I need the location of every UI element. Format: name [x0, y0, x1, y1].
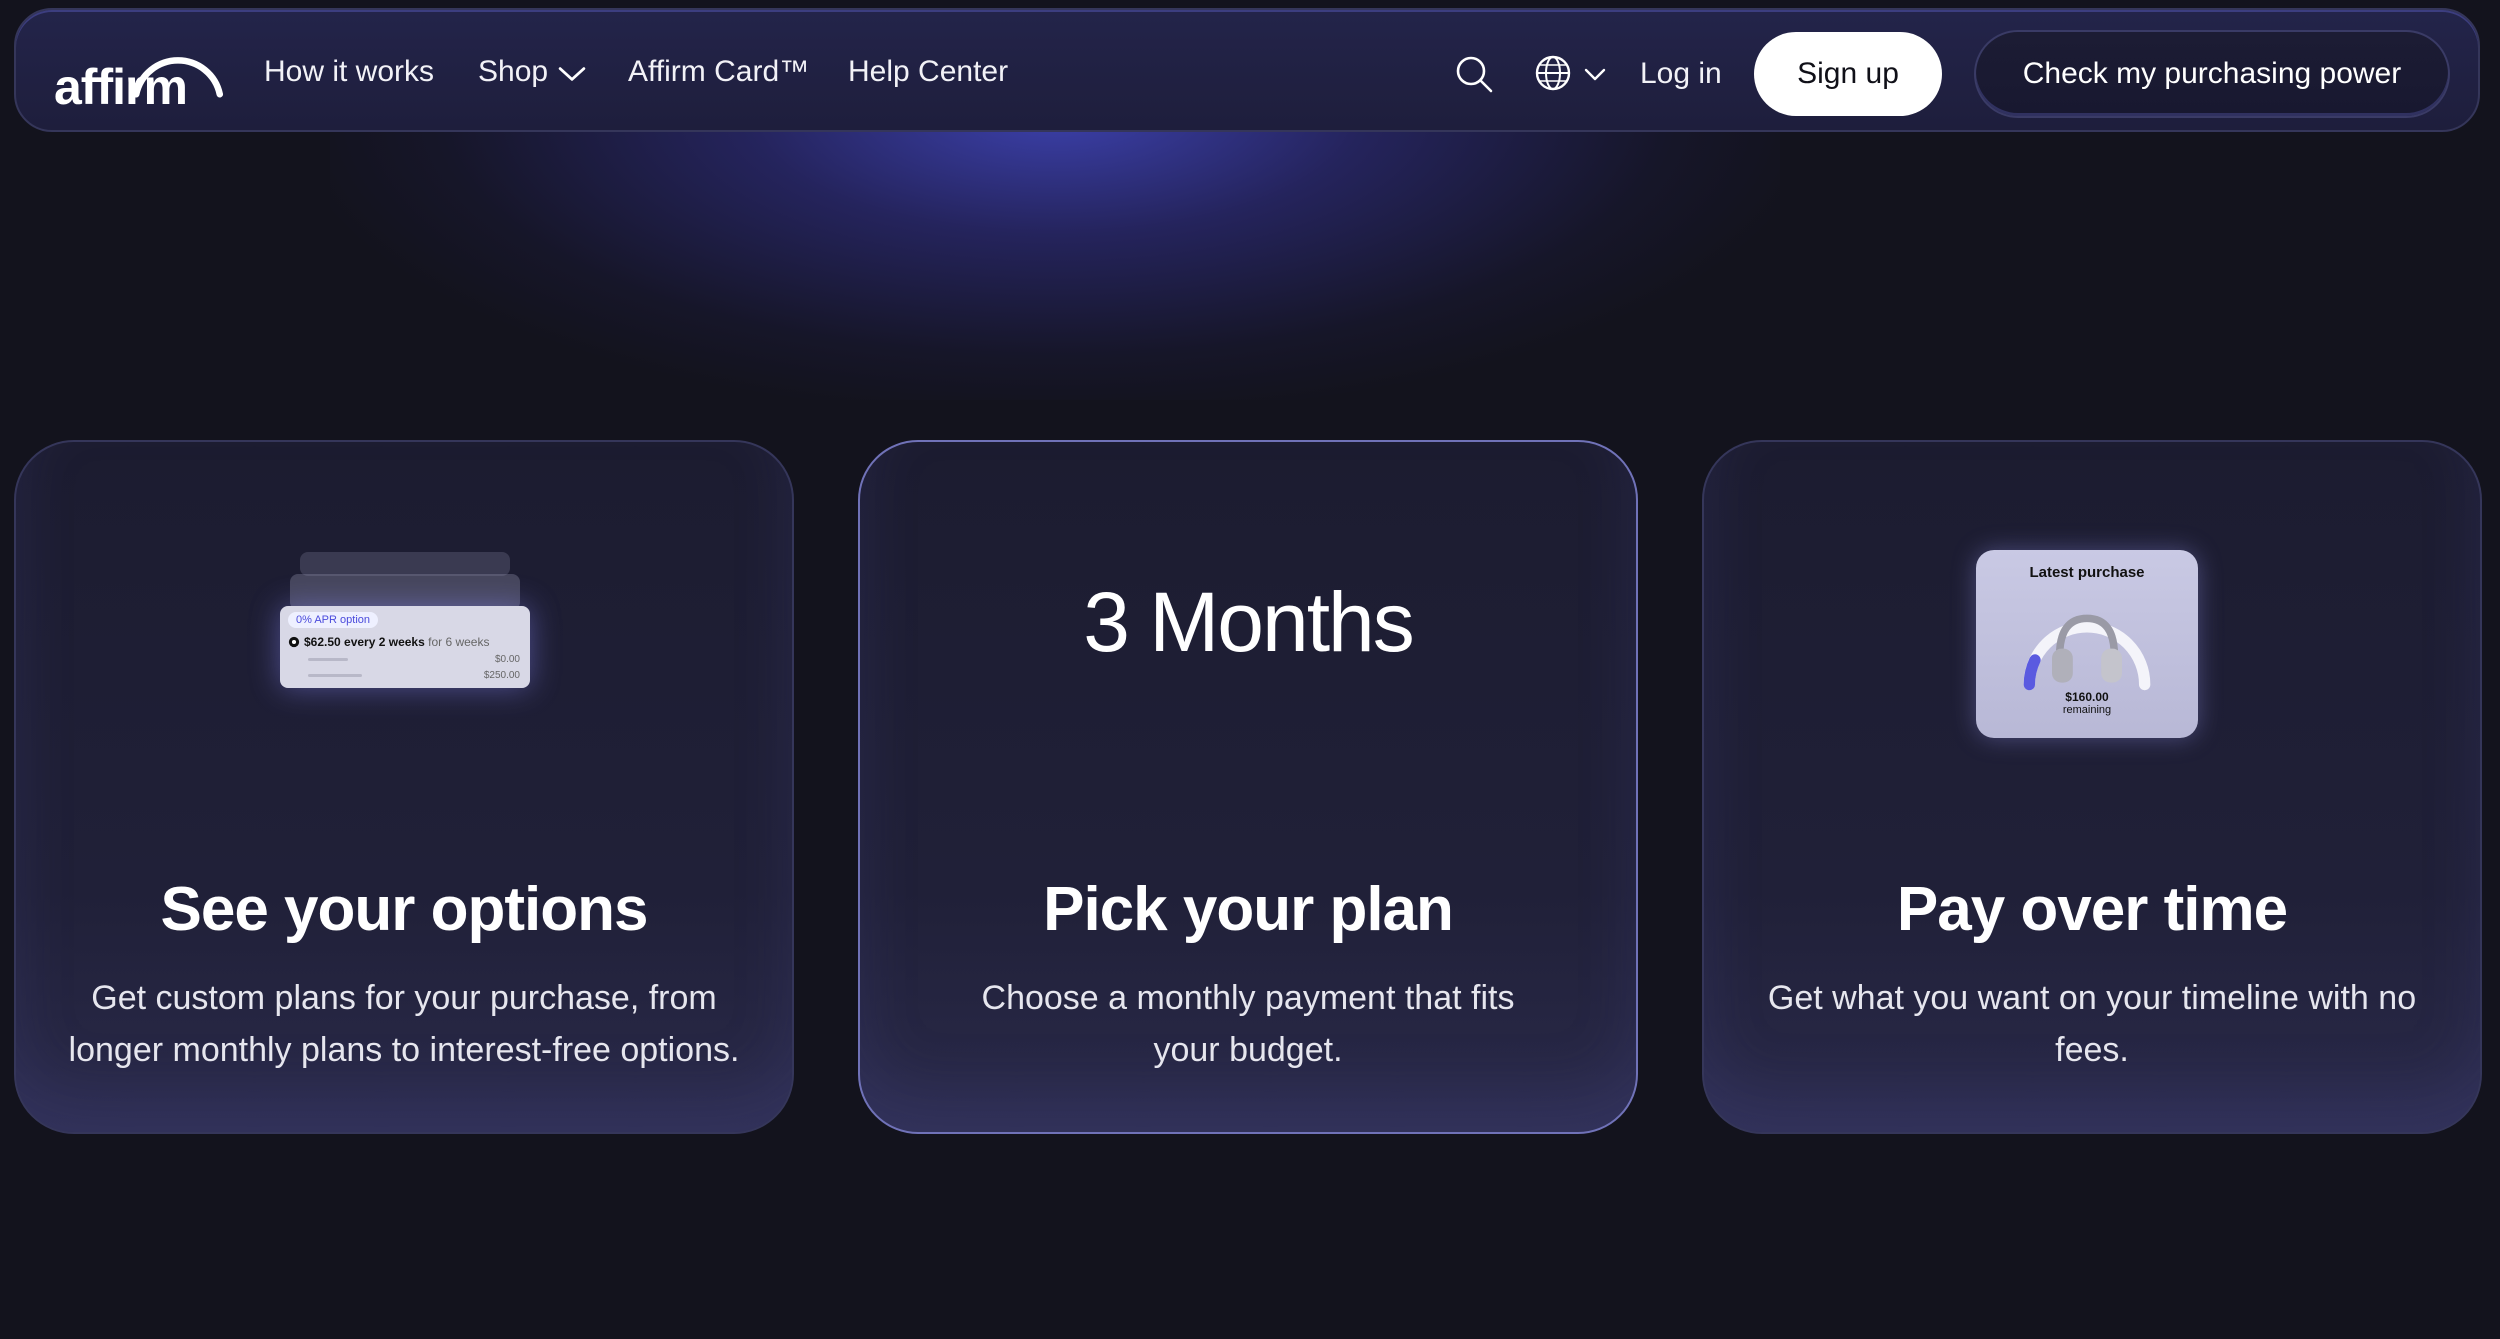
language-chevron-down-icon[interactable]	[1584, 68, 1606, 82]
login-link[interactable]: Log in	[1640, 54, 1722, 94]
top-nav: affirm How it works Shop Affirm Card™ He…	[14, 8, 2480, 132]
search-icon[interactable]	[1454, 54, 1494, 94]
remaining-amount: $160.00	[2065, 690, 2109, 704]
card-see-options: 0% APR option $62.50 every 2 weeks for 6…	[14, 440, 794, 1134]
card-pick-plan: 3 Months Pick your plan Choose a monthly…	[858, 440, 1638, 1134]
globe-icon[interactable]	[1534, 54, 1572, 92]
amount-total: $250.00	[483, 670, 520, 681]
nav-shop[interactable]: Shop	[478, 52, 548, 92]
nav-affirm-card[interactable]: Affirm Card™	[628, 52, 809, 92]
card-title: Pick your plan	[1043, 875, 1454, 944]
card-description: Get what you want on your timeline with …	[1767, 979, 2417, 1069]
card-pay-over-time: Latest purchase $160.00 remaining Pay ov…	[1702, 440, 2482, 1134]
ghost-card	[300, 552, 510, 576]
plan-options-illustration: 0% APR option $62.50 every 2 weeks for 6…	[280, 552, 540, 702]
widget-title: Latest purchase	[2029, 564, 2145, 581]
card-description: Get custom plans for your purchase, from…	[68, 979, 740, 1069]
headphones-icon	[2023, 614, 2151, 691]
radio-selected-icon	[288, 636, 300, 648]
payment-line: $62.50 every 2 weeks for 6 weeks	[288, 634, 489, 650]
card-description: Choose a monthly payment that fits your …	[981, 979, 1515, 1069]
apr-badge: 0% APR option	[288, 612, 378, 628]
card-title: See your options	[160, 875, 649, 944]
ghost-card	[290, 574, 520, 610]
card-title: Pay over time	[1896, 875, 2288, 944]
nav-help-center[interactable]: Help Center	[848, 52, 1008, 92]
remaining-label: remaining	[2062, 704, 2112, 716]
latest-purchase-widget: Latest purchase $160.00 remaining	[1976, 550, 2198, 738]
progress-bar	[308, 674, 362, 677]
signup-button[interactable]: Sign up	[1754, 32, 1942, 116]
plan-option-card: 0% APR option $62.50 every 2 weeks for 6…	[280, 606, 530, 688]
plan-duration-headline: 3 Months	[1083, 575, 1415, 669]
affirm-logo[interactable]: affirm	[40, 26, 224, 112]
amount-paid: $0.00	[494, 654, 520, 665]
check-purchasing-power-button[interactable]: Check my purchasing power	[1974, 30, 2450, 118]
progress-bar	[308, 658, 348, 661]
chevron-down-icon[interactable]	[558, 66, 586, 82]
payment-duration: for 6 weeks	[428, 635, 490, 649]
nav-how-it-works[interactable]: How it works	[264, 52, 434, 92]
payment-amount: $62.50 every 2 weeks	[304, 635, 425, 649]
logo-wordmark: affirm	[54, 59, 188, 115]
